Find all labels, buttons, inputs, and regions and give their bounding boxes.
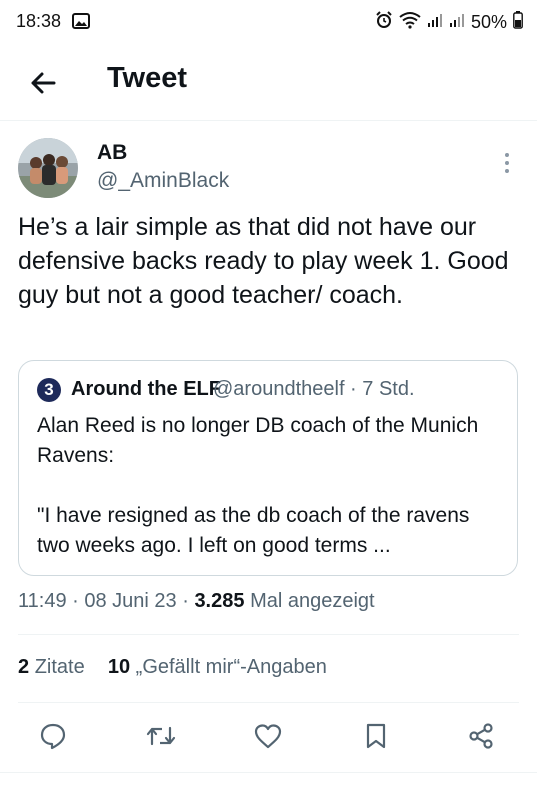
signal-icon (427, 12, 443, 33)
likes-count: 10 (107, 656, 131, 678)
bookmark-icon[interactable] (356, 716, 396, 756)
page-title: Tweet (107, 62, 188, 94)
gallery-icon (72, 13, 90, 34)
divider (18, 634, 519, 635)
tweet-text: He’s a lair simple as that did not have … (18, 213, 509, 309)
back-arrow-icon[interactable] (26, 66, 60, 100)
wifi-icon (399, 11, 421, 34)
signal-icon (449, 12, 465, 33)
likes-stat[interactable]: 10 „Gefällt mir“-Angaben (108, 656, 327, 678)
view-count: 3.285 (194, 590, 245, 612)
status-right: 50% (375, 10, 523, 34)
quote-text: Alan Reed is no longer DB coach of the M… (37, 411, 507, 561)
view-label: Mal angezeigt (250, 590, 375, 612)
action-bar (0, 716, 537, 762)
quote-author-handle: @aroundtheelf · 7 Std. (213, 378, 415, 400)
tweet-meta: 11:49 · 08 Juni 23 · 3.285 Mal angezeigt (18, 590, 375, 613)
battery-percent: 50% (470, 11, 507, 32)
quotes-label: Zitate (34, 656, 85, 678)
quotes-stat[interactable]: 2 Zitate (18, 656, 85, 678)
alarm-icon (375, 10, 393, 34)
quote-author-name: Around the ELF (71, 378, 221, 400)
meta-separator: · (72, 590, 85, 612)
share-icon[interactable] (461, 716, 501, 756)
quote-text-line: Alan Reed is no longer DB coach of the M… (37, 414, 479, 467)
quote-author-avatar: 3 (37, 378, 61, 402)
status-time: 18:38 (16, 11, 62, 31)
meta-separator: · (182, 590, 195, 612)
retweet-icon[interactable] (141, 716, 181, 756)
tweet-date: 08 Juni 23 (84, 590, 177, 612)
tweet-stats: 2 Zitate 10 „Gefällt mir“-Angaben (18, 656, 327, 679)
battery-icon (513, 10, 523, 34)
more-options-icon[interactable] (498, 152, 516, 174)
divider (18, 702, 519, 703)
avatar[interactable] (18, 138, 78, 198)
tweet-time: 11:49 (18, 590, 67, 612)
author-name[interactable]: AB (97, 141, 127, 165)
likes-label: „Gefällt mir“-Angaben (135, 656, 327, 678)
quotes-count: 2 (18, 656, 30, 678)
like-heart-icon[interactable] (248, 716, 288, 756)
quote-text-line: "I have resigned as the db coach of the … (37, 504, 470, 557)
status-bar: 18:38 50% (0, 0, 537, 44)
divider (0, 772, 537, 773)
quoted-tweet[interactable]: 3 Around the ELF @aroundtheelf · 7 Std. … (18, 360, 518, 576)
author-handle[interactable]: @_AminBlack (97, 169, 229, 193)
header-bar: Tweet (0, 44, 537, 121)
reply-icon[interactable] (33, 716, 73, 756)
quote-text-spacer (37, 471, 507, 501)
